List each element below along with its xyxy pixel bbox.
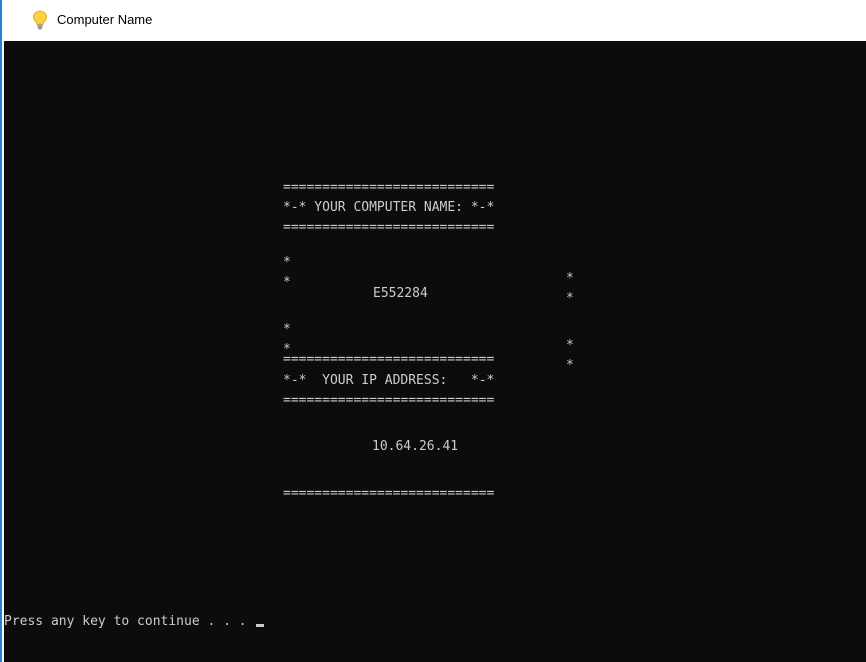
- ip-address-heading: *-* YOUR IP ADDRESS: *-*: [283, 373, 495, 388]
- window-title: Computer Name: [57, 12, 153, 27]
- separator-line: ===========================: [283, 180, 495, 195]
- continue-prompt: Press any key to continue . . .: [4, 614, 265, 630]
- console-window[interactable]: Computer Name ==========================…: [0, 0, 866, 662]
- title-bar[interactable]: Computer Name: [4, 0, 866, 41]
- console-output[interactable]: =========================== *-* YOUR COM…: [4, 41, 866, 662]
- lightbulb-icon: [32, 10, 48, 30]
- frame-row: * *: [4, 306, 866, 353]
- frame-row: * *: [4, 259, 866, 306]
- frame-star: *: [566, 291, 574, 306]
- frame-row: * *: [4, 239, 866, 286]
- continue-prompt-text: Press any key to continue . . .: [4, 614, 247, 629]
- separator-line: ===========================: [283, 393, 495, 408]
- text-cursor: [256, 624, 265, 627]
- frame-star: *: [566, 358, 574, 373]
- separator-line: ===========================: [283, 352, 495, 367]
- computer-name-heading: *-* YOUR COMPUTER NAME: *-*: [283, 200, 495, 215]
- frame-star: *: [283, 275, 291, 290]
- frame-row: * *: [4, 326, 866, 373]
- separator-line: ===========================: [283, 486, 495, 501]
- computer-name-value: E552284: [373, 286, 428, 301]
- ip-address-value: 10.64.26.41: [372, 439, 459, 454]
- separator-line: ===========================: [283, 220, 495, 235]
